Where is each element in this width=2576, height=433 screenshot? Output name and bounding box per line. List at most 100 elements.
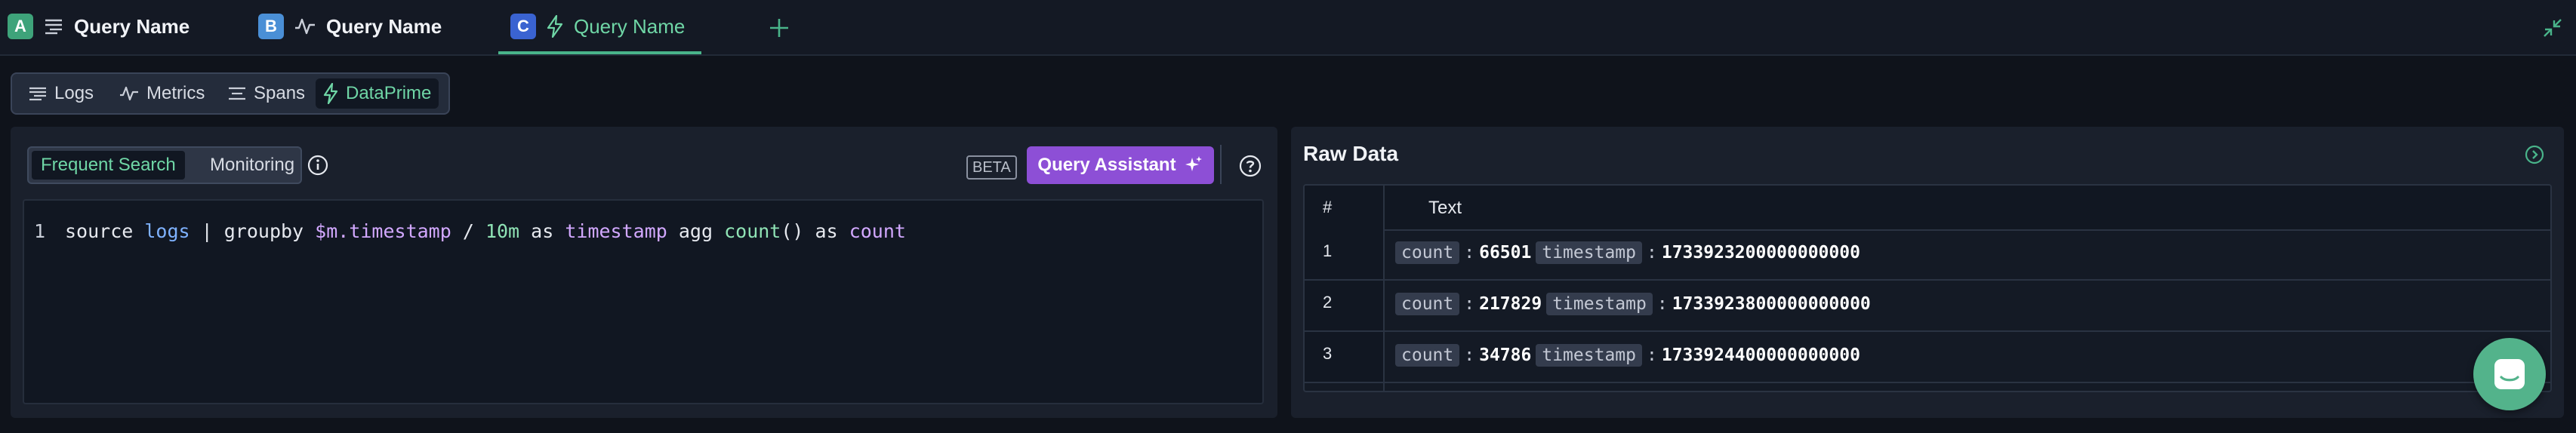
data-type-spans[interactable]: Spans bbox=[220, 78, 313, 109]
data-type-dataprime[interactable]: DataPrime bbox=[316, 78, 439, 109]
toolbar-divider bbox=[1220, 145, 1222, 184]
data-type-label: Metrics bbox=[146, 83, 205, 103]
collapse-button[interactable] bbox=[2540, 15, 2565, 41]
arrow-circle-icon bbox=[2525, 145, 2544, 164]
field-value: 1733924400000000000 bbox=[1661, 345, 1860, 365]
query-badge-b: B bbox=[258, 14, 284, 39]
query-token: / bbox=[451, 220, 485, 242]
colon-separator: : bbox=[1646, 243, 1657, 263]
collapse-icon bbox=[2543, 18, 2562, 38]
field-key: count bbox=[1395, 344, 1460, 367]
query-token bbox=[667, 220, 679, 242]
field-value: 1733923200000000000 bbox=[1661, 243, 1860, 263]
row-index: 2 bbox=[1323, 293, 1333, 312]
row-text: count:34786 timestamp:173392440000000000… bbox=[1395, 344, 1860, 367]
mode-switcher: Frequent Search Monitoring bbox=[27, 146, 302, 184]
add-query-button[interactable] bbox=[764, 13, 794, 43]
info-icon bbox=[307, 155, 328, 176]
query-tab-a[interactable]: A Query Name bbox=[8, 0, 190, 53]
row-text: count:66501 timestamp:173392320000000000… bbox=[1395, 241, 1860, 264]
column-header-index: # bbox=[1323, 198, 1333, 216]
help-button[interactable] bbox=[1238, 154, 1262, 178]
data-type-logs[interactable]: Logs bbox=[21, 78, 101, 109]
row-index: 1 bbox=[1323, 241, 1333, 260]
query-assistant-label: Query Assistant bbox=[1037, 155, 1176, 175]
field-key: timestamp bbox=[1536, 241, 1642, 264]
code-line: 1 source logs | groupby $m.timestamp / 1… bbox=[24, 216, 906, 246]
table-row[interactable]: 3 count:34786 timestamp:1733924400000000… bbox=[1305, 332, 2550, 383]
plus-icon bbox=[769, 17, 790, 38]
query-token: as bbox=[531, 220, 554, 242]
field-key: count bbox=[1395, 241, 1460, 264]
query-token: $m.timestamp bbox=[315, 220, 451, 242]
open-panel-button[interactable] bbox=[2523, 143, 2546, 166]
query-token: agg bbox=[678, 220, 713, 242]
column-header-text: Text bbox=[1428, 198, 1462, 218]
query-token bbox=[304, 220, 315, 242]
metrics-icon bbox=[294, 17, 316, 35]
mode-frequent-search[interactable]: Frequent Search bbox=[32, 151, 185, 180]
query-token: 10m bbox=[485, 220, 520, 242]
colon-separator: : bbox=[1646, 345, 1657, 365]
data-type-metrics[interactable]: Metrics bbox=[112, 78, 212, 109]
query-token: logs bbox=[144, 220, 190, 242]
table-row[interactable]: 2 count:217829 timestamp:173392380000000… bbox=[1305, 281, 2550, 332]
table-row[interactable]: 1 count:66501 timestamp:1733923200000000… bbox=[1305, 229, 2550, 281]
field-value: 1733923800000000000 bbox=[1672, 294, 1871, 314]
query-assistant-button[interactable]: Query Assistant bbox=[1027, 146, 1214, 184]
colon-separator: : bbox=[1464, 345, 1475, 365]
query-editor[interactable]: 1 source logs | groupby $m.timestamp / 1… bbox=[23, 199, 1264, 404]
table-header: # Text bbox=[1305, 186, 2550, 231]
logs-icon bbox=[29, 86, 47, 101]
field-value: 34786 bbox=[1479, 345, 1532, 365]
line-number: 1 bbox=[33, 220, 45, 242]
logs-icon bbox=[44, 18, 63, 35]
metrics-icon bbox=[119, 85, 139, 102]
field-key: count bbox=[1395, 293, 1460, 315]
query-tab-c[interactable]: C Query Name bbox=[498, 0, 702, 54]
raw-data-panel: Raw Data # Text 1 count:66501 timestamp:… bbox=[1291, 127, 2564, 418]
query-tab-label: Query Name bbox=[74, 14, 190, 38]
query-badge-c: C bbox=[510, 14, 536, 39]
row-index-cell: 2 bbox=[1305, 281, 1383, 330]
row-index-cell: 1 bbox=[1305, 229, 1383, 279]
colon-separator: : bbox=[1656, 294, 1668, 314]
query-tab-bar: A Query Name B Query Name C Query Name bbox=[0, 0, 2576, 56]
colon-separator: : bbox=[1464, 294, 1475, 314]
query-tab-label: Query Name bbox=[574, 14, 686, 38]
query-token bbox=[133, 220, 144, 242]
info-button[interactable] bbox=[307, 154, 329, 177]
query-editor-panel: Frequent Search Monitoring BETA Query As… bbox=[11, 127, 1277, 418]
query-token: count bbox=[724, 220, 781, 242]
field-value: 217829 bbox=[1479, 294, 1542, 314]
query-token bbox=[553, 220, 565, 242]
mode-monitoring[interactable]: Monitoring bbox=[201, 151, 304, 180]
query-token: () bbox=[781, 220, 804, 242]
dataprime-icon bbox=[547, 15, 563, 38]
query-tab-label: Query Name bbox=[326, 14, 442, 38]
chat-icon bbox=[2492, 357, 2527, 392]
support-chat-button[interactable] bbox=[2473, 338, 2546, 410]
row-index: 3 bbox=[1323, 344, 1333, 363]
query-badge-a: A bbox=[8, 14, 33, 39]
dataprime-icon bbox=[323, 83, 338, 104]
row-text: count:217829 timestamp:17339238000000000… bbox=[1395, 293, 1871, 315]
data-type-label: Spans bbox=[254, 83, 306, 103]
query-tab-b[interactable]: B Query Name bbox=[258, 0, 442, 53]
colon-separator: : bbox=[1464, 243, 1475, 263]
query-token bbox=[838, 220, 849, 242]
query-token: timestamp bbox=[565, 220, 667, 242]
query-token bbox=[519, 220, 531, 242]
panel-title: Raw Data bbox=[1303, 142, 1399, 165]
data-type-switcher: Logs Metrics Spans DataPrime bbox=[11, 72, 450, 115]
query-token: as bbox=[815, 220, 838, 242]
query-token: source bbox=[65, 220, 134, 242]
spans-icon bbox=[228, 86, 246, 101]
active-tab-indicator bbox=[498, 51, 702, 54]
field-value: 66501 bbox=[1479, 243, 1532, 263]
query-token bbox=[803, 220, 815, 242]
query-token: | bbox=[190, 220, 224, 242]
field-key: timestamp bbox=[1536, 344, 1642, 367]
sparkle-icon bbox=[1184, 155, 1203, 175]
field-key: timestamp bbox=[1546, 293, 1653, 315]
